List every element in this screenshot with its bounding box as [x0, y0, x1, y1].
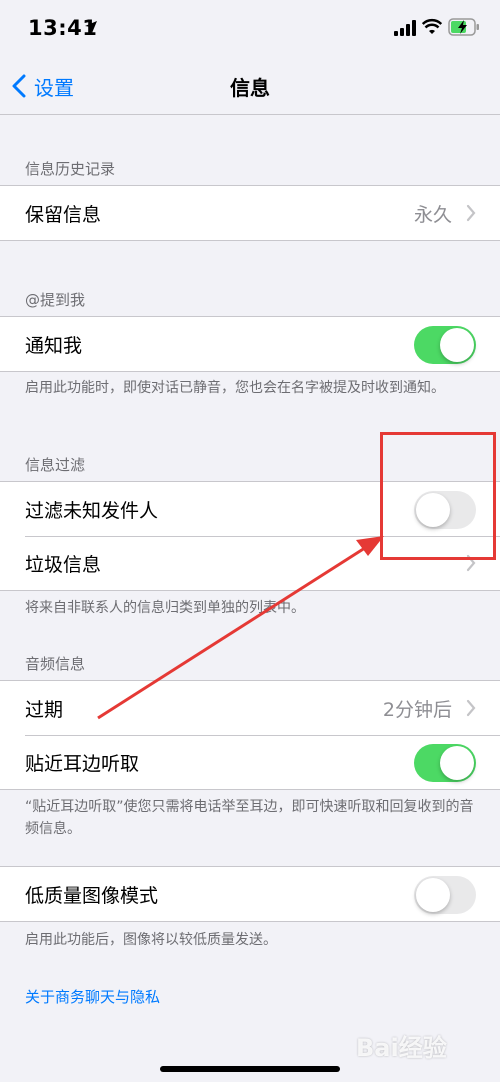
- cellular-signal-icon: [394, 20, 416, 36]
- row-value: 2分钟后: [382, 698, 452, 721]
- row-value: 永久: [413, 203, 452, 226]
- business-chat-privacy-link[interactable]: 关于商务聊天与隐私: [25, 986, 160, 1007]
- section-footer-mentions: 启用此功能时，即使对话已静音，您也会在名字被提及时收到通知。: [25, 380, 445, 396]
- toggle-knob: [440, 328, 474, 362]
- row-label: 低质量图像模式: [25, 884, 159, 907]
- row-label: 贴近耳边听取: [25, 752, 140, 775]
- page-title: 信息: [230, 76, 270, 100]
- row-raise-to-listen: 贴近耳边听取: [0, 735, 500, 789]
- row-label: 通知我: [25, 334, 83, 357]
- group-image: 低质量图像模式: [0, 866, 500, 922]
- wifi-icon: [422, 19, 442, 34]
- row-expire[interactable]: 过期 2分钟后: [0, 681, 500, 735]
- section-header-audio: 音频信息: [25, 655, 86, 673]
- group-history: 保留信息 永久: [0, 185, 500, 241]
- row-label: 保留信息: [25, 203, 102, 226]
- toggle-knob: [440, 746, 474, 780]
- chevron-right-icon: [466, 204, 476, 222]
- section-footer-image: 启用此功能后，图像将以较低质量发送。: [25, 932, 277, 948]
- row-label: 垃圾信息: [25, 553, 102, 576]
- baidu-watermark: Bai经验: [356, 1034, 447, 1062]
- raise-to-listen-toggle[interactable]: [414, 744, 476, 782]
- annotation-highlight-box: [380, 432, 496, 560]
- row-notify-me: 通知我: [0, 317, 500, 371]
- group-audio: 过期 2分钟后 贴近耳边听取: [0, 680, 500, 790]
- section-header-filter: 信息过滤: [25, 456, 86, 474]
- section-footer-audio: “贴近耳边听取”使您只需将电话举至耳边，即可快速听取和回复收到的音频信息。: [25, 799, 474, 837]
- section-header-history: 信息历史记录: [25, 160, 116, 178]
- location-arrow-icon: [85, 21, 97, 33]
- chevron-right-icon: [466, 699, 476, 717]
- row-low-quality-image: 低质量图像模式: [0, 867, 500, 921]
- low-quality-image-toggle[interactable]: [414, 876, 476, 914]
- section-footer-filter: 将来自非联系人的信息归类到单独的列表中。: [25, 600, 305, 616]
- battery-charging-icon: [448, 18, 479, 36]
- group-mentions: 通知我: [0, 316, 500, 372]
- notify-me-toggle[interactable]: [414, 326, 476, 364]
- section-header-mentions: @提到我: [25, 291, 86, 309]
- toggle-knob: [416, 878, 450, 912]
- row-label: 过期: [25, 698, 64, 721]
- home-indicator[interactable]: [160, 1066, 340, 1072]
- row-label: 过滤未知发件人: [25, 499, 159, 522]
- nav-divider: [0, 114, 500, 115]
- row-keep-messages[interactable]: 保留信息 永久: [0, 186, 500, 240]
